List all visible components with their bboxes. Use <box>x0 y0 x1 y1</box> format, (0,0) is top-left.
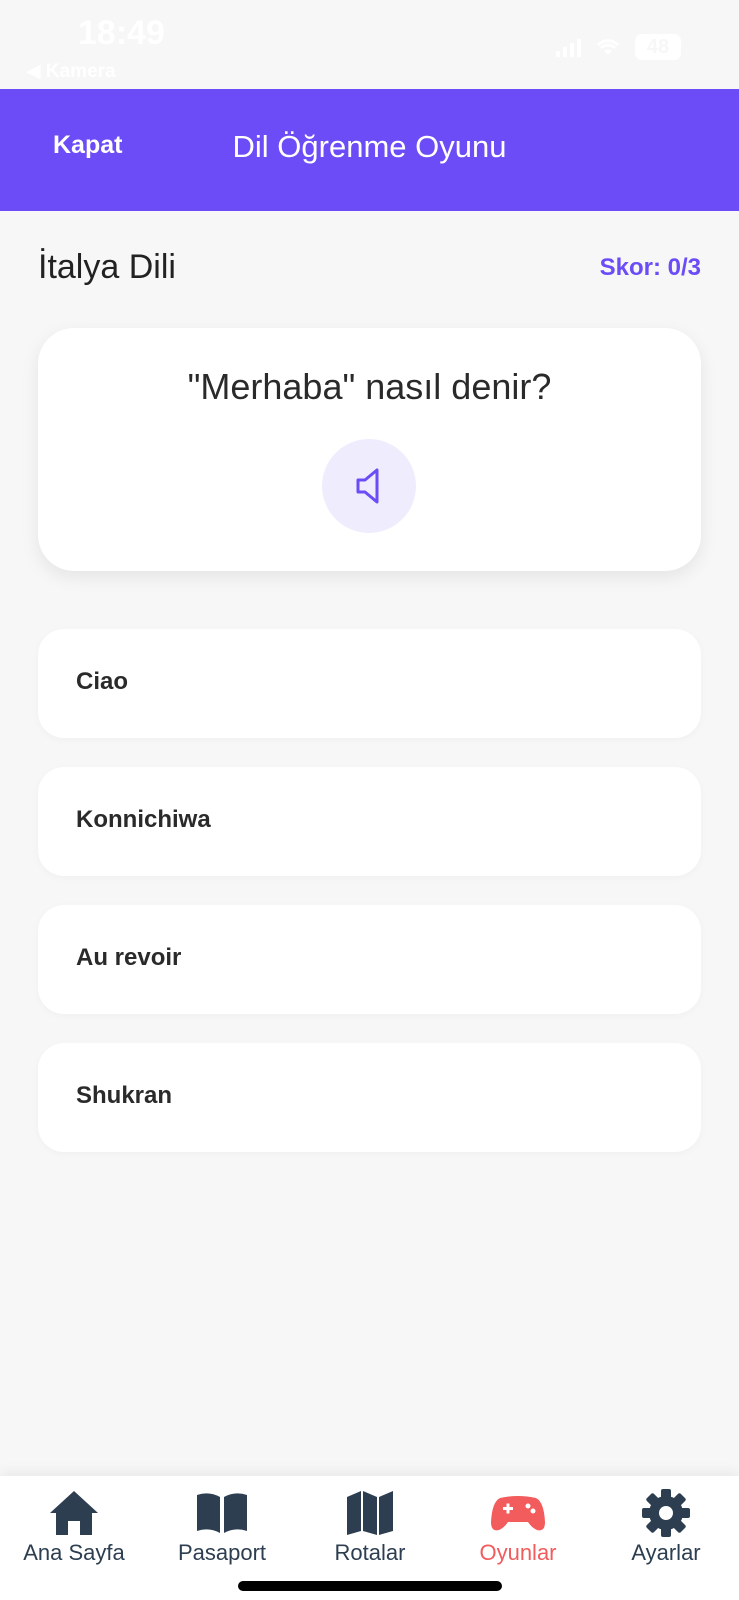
map-icon <box>342 1488 398 1538</box>
tab-passport[interactable]: Pasaport <box>148 1488 296 1578</box>
tab-routes[interactable]: Rotalar <box>296 1488 444 1578</box>
answer-option-label: Shukran <box>76 1082 173 1109</box>
gamepad-icon <box>490 1488 546 1538</box>
tab-label: Pasaport <box>177 1540 267 1565</box>
status-time: 18:49 <box>78 14 165 52</box>
header-bar: Kapat Dil Öğrenme Oyunu <box>0 89 739 211</box>
status-bar: 18:49 ◀ Kamera 48 <box>0 0 739 89</box>
tab-label: Ayarlar <box>631 1540 701 1565</box>
question-card: "Merhaba" nasıl denir? <box>38 328 701 571</box>
speaker-icon <box>356 468 379 504</box>
answer-option-label: Ciao <box>76 668 129 695</box>
book-icon <box>194 1488 250 1538</box>
wifi-icon <box>596 39 620 55</box>
home-icon <box>46 1488 102 1538</box>
tab-home[interactable]: Ana Sayfa <box>0 1488 148 1578</box>
answer-option-label: Konnichiwa <box>76 806 211 833</box>
page-title: Dil Öğrenme Oyunu <box>232 129 507 164</box>
question-text: "Merhaba" nasıl denir? <box>187 366 552 407</box>
play-sound-button[interactable] <box>322 439 416 533</box>
home-indicator[interactable] <box>238 1581 502 1591</box>
tab-label: Ana Sayfa <box>23 1540 125 1565</box>
tab-games[interactable]: Oyunlar <box>444 1488 592 1578</box>
answer-option-label: Au revoir <box>76 944 182 971</box>
answer-option[interactable]: Konnichiwa <box>38 767 701 876</box>
tab-settings[interactable]: Ayarlar <box>592 1488 739 1578</box>
answer-option[interactable]: Au revoir <box>38 905 701 1014</box>
gear-icon <box>638 1488 694 1538</box>
language-title: İtalya Dili <box>38 248 176 286</box>
tab-label: Oyunlar <box>479 1540 557 1565</box>
status-icons: 48 <box>556 34 681 60</box>
answer-option[interactable]: Shukran <box>38 1043 701 1152</box>
battery-icon: 48 <box>635 34 681 60</box>
tab-label: Rotalar <box>334 1540 406 1565</box>
score-label: Skor: 0/3 <box>599 254 701 281</box>
answer-option[interactable]: Ciao <box>38 629 701 738</box>
cellular-signal-icon <box>556 37 581 57</box>
app-screen: 18:49 ◀ Kamera 48 Kapat Dil Öğrenme Oyun… <box>0 0 739 1600</box>
back-to-camera-link[interactable]: ◀ Kamera <box>26 60 116 83</box>
